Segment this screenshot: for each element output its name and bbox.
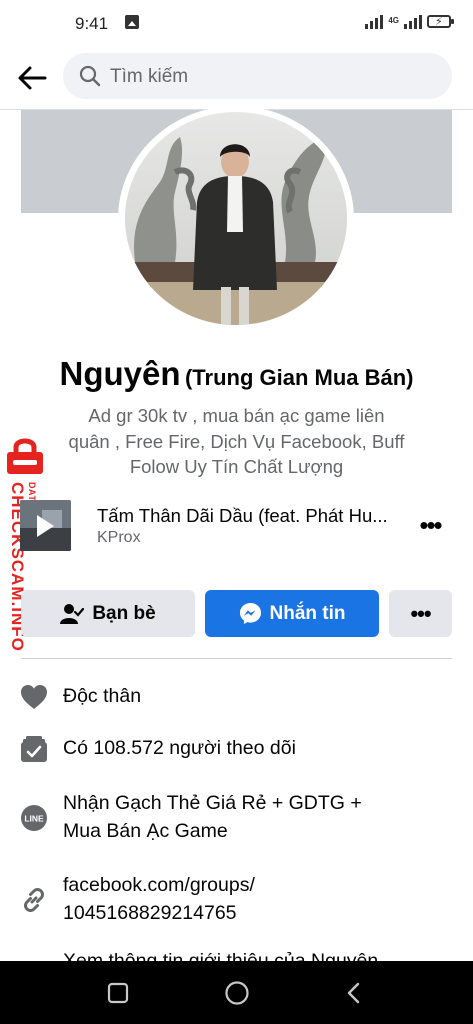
followers-text: Có 108.572 người theo dõi — [63, 737, 296, 759]
line-text: Nhận Gạch Thẻ Giá Rẻ + GDTG + Mua Bán Ạc… — [63, 792, 362, 842]
music-artist: KProx — [97, 529, 141, 546]
back-nav-button[interactable] — [336, 978, 372, 1008]
divider — [21, 658, 452, 659]
profile-name-main: Nguyên — [59, 355, 181, 392]
profile-bio: Ad gr 30k tv , mua bán ạc game liên quân… — [40, 403, 433, 480]
friends-button-label: Bạn bè — [92, 602, 156, 624]
network-type-label: 4G — [388, 16, 399, 25]
play-icon — [37, 515, 54, 537]
messenger-icon — [239, 602, 261, 625]
link-text: facebook.com/groups/ 1045168829214765 — [63, 874, 255, 924]
link-icon — [20, 886, 48, 914]
status-time: 9:41 — [75, 14, 109, 33]
bio-line: quân , Free Fire, Dịch Vụ Facebook, Buff — [68, 430, 405, 452]
image-notification-icon — [125, 15, 139, 29]
search-placeholder: Tìm kiếm — [110, 66, 189, 87]
line-app-icon: LINE — [20, 804, 48, 832]
back-button[interactable] — [14, 60, 50, 96]
friends-button[interactable]: Bạn bè — [21, 590, 195, 637]
music-title: Tấm Thân Dãi Dầu (feat. Phát Hu... — [97, 505, 388, 526]
profile-alternate-name: (Trung Gian Mua Bán) — [184, 365, 414, 390]
svg-text:LINE: LINE — [24, 814, 44, 824]
avatar-photo — [125, 112, 347, 325]
detail-about[interactable]: Xem thông tin giới thiệu của Nguyên — [0, 947, 473, 961]
lock-icon — [7, 438, 43, 474]
followers-icon — [20, 735, 48, 763]
detail-link[interactable]: facebook.com/groups/ 1045168829214765 — [0, 871, 473, 929]
signal-icon — [365, 13, 384, 29]
detail-line[interactable]: LINE Nhận Gạch Thẻ Giá Rẻ + GDTG + Mua B… — [0, 789, 473, 847]
more-options-button[interactable]: ••• — [389, 590, 452, 637]
music-thumbnail[interactable] — [20, 500, 71, 551]
profile-avatar[interactable] — [125, 112, 347, 325]
search-input[interactable]: Tìm kiếm — [63, 53, 452, 99]
detail-followers[interactable]: Có 108.572 người theo dõi — [0, 734, 473, 764]
bio-line: Ad gr 30k tv , mua bán ạc game liên — [88, 405, 385, 426]
profile-music[interactable]: Tấm Thân Dãi Dầu (feat. Phát Hu... KProx… — [0, 497, 473, 559]
friend-check-icon — [60, 603, 85, 624]
status-bar: 9:41 4G ⚡ — [0, 0, 473, 48]
recent-apps-icon — [107, 982, 129, 1004]
status-indicators: 4G ⚡ — [365, 13, 454, 29]
signal-icon — [404, 13, 422, 29]
heart-icon — [20, 683, 48, 711]
search-header: Tìm kiếm — [0, 48, 473, 110]
message-button[interactable]: Nhắn tin — [205, 590, 379, 637]
profile-name: Nguyên (Trung Gian Mua Bán) — [0, 355, 473, 393]
back-triangle-icon — [347, 982, 360, 1004]
bio-line: Folow Uy Tín Chất Lượng — [129, 456, 344, 477]
system-navigation-bar — [0, 961, 473, 1024]
battery-icon: ⚡ — [427, 14, 454, 28]
more-dots-icon — [20, 951, 48, 961]
home-icon — [225, 981, 249, 1005]
relationship-text: Độc thân — [63, 685, 142, 707]
home-button[interactable] — [219, 978, 255, 1008]
detail-relationship: Độc thân — [0, 682, 473, 712]
search-icon — [79, 65, 101, 87]
recent-apps-button[interactable] — [100, 978, 136, 1008]
music-more-button[interactable]: ••• — [414, 510, 446, 540]
about-text: Xem thông tin giới thiệu của Nguyên — [63, 950, 379, 961]
back-arrow-icon — [18, 66, 47, 90]
message-button-label: Nhắn tin — [269, 602, 346, 624]
